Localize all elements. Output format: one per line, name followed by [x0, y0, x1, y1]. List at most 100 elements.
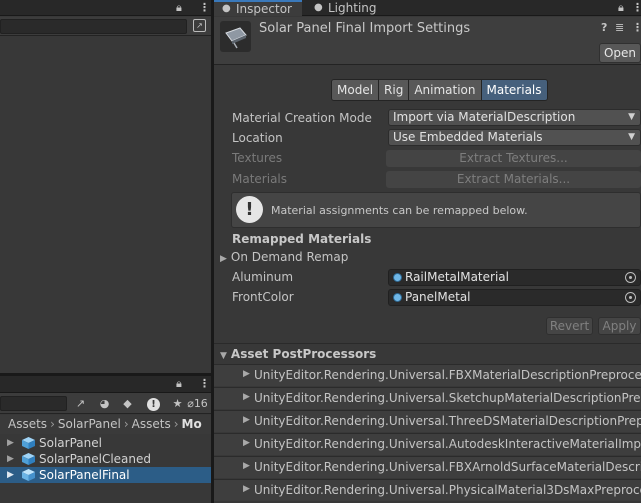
postprocessor-label: UnityEditor.Rendering.Universal.ThreeDSM… [254, 414, 641, 428]
postprocessor-item[interactable]: ▶ UnityEditor.Rendering.Universal.FBXArn… [214, 456, 641, 478]
location-label: Location [232, 131, 283, 145]
lock-icon[interactable]: 🔒︎ [176, 377, 182, 391]
inspector-header: Solar Panel Final Import Settings ? ≣ ⋮ … [214, 17, 641, 65]
page-title: Solar Panel Final Import Settings [259, 21, 471, 36]
help-icon[interactable]: ? [601, 21, 607, 35]
tab-label: Lighting [328, 1, 377, 15]
tab-materials[interactable]: Materials [481, 80, 547, 100]
more-menu-icon[interactable]: ⋮ [199, 377, 210, 391]
model-prefab-icon [22, 437, 35, 449]
postprocessor-label: UnityEditor.Rendering.Universal.Sketchup… [254, 391, 641, 405]
project-tab-bar: 🔒︎ ⋮ [0, 376, 211, 393]
lock-icon[interactable]: 🔒︎ [176, 1, 182, 15]
dropdown-value: Use Embedded Materials [393, 130, 543, 144]
label-tag-icon[interactable]: ◆ [117, 395, 138, 412]
breadcrumb-item[interactable]: Assets [8, 417, 47, 431]
search-by-type-icon[interactable]: ↗ [70, 395, 91, 412]
postprocessor-item[interactable]: ▶ UnityEditor.Rendering.Universal.Autode… [214, 433, 641, 455]
breadcrumb-item[interactable]: SolarPanel [58, 417, 121, 431]
breadcrumb-item-current[interactable]: Mo [182, 417, 202, 431]
postprocessor-item[interactable]: ▶ UnityEditor.Rendering.Universal.FBXMat… [214, 364, 641, 386]
material-sphere-icon [393, 293, 402, 302]
hierarchy-toolbar: ↗ [0, 17, 211, 36]
expand-arrow-icon: ▶ [243, 415, 250, 425]
expand-arrow-icon: ▶ [243, 461, 250, 471]
more-menu-icon[interactable]: ⋮ [632, 21, 641, 35]
scene-search-icon[interactable]: ↗ [193, 19, 206, 32]
section-divider [214, 343, 641, 344]
expand-arrow-icon: ▶ [243, 484, 250, 494]
hidden-packages-icon[interactable]: ⌀16 [184, 395, 211, 412]
hidden-eye-icon: ⌀ [187, 397, 194, 410]
hierarchy-search-input[interactable] [0, 19, 187, 34]
remapped-materials-heading: Remapped Materials [232, 232, 372, 246]
info-help-box: ! Material assignments can be remapped b… [231, 192, 641, 228]
tab-model[interactable]: Model [332, 80, 380, 100]
postprocessor-item[interactable]: ▶ UnityEditor.Rendering.Universal.Physic… [214, 479, 641, 501]
foldout-arrow-icon: ▶ [220, 254, 227, 264]
material-creation-mode-label: Material Creation Mode [232, 111, 372, 125]
postprocessor-label: UnityEditor.Rendering.Universal.FBXMater… [254, 368, 641, 382]
material-sphere-icon [393, 273, 402, 282]
breadcrumb-separator-icon: › [123, 417, 129, 431]
hierarchy-panel [0, 36, 211, 373]
materials-label: Materials [232, 172, 288, 186]
more-menu-icon[interactable]: ⋮ [632, 1, 641, 15]
remap-name-label: FrontColor [232, 290, 294, 304]
material-creation-mode-dropdown[interactable]: Import via MaterialDescription ▼ [388, 109, 641, 126]
more-menu-icon[interactable]: ⋮ [199, 1, 210, 15]
revert-button[interactable]: Revert [546, 317, 593, 335]
filter-by-type-icon[interactable]: ◕ [94, 395, 115, 412]
on-demand-remap-foldout[interactable]: ▶ On Demand Remap [220, 250, 348, 264]
model-prefab-icon [22, 469, 35, 481]
info-icon: ! [236, 196, 263, 223]
tab-inspector[interactable]: ● Inspector [214, 0, 302, 16]
inspector-tab-bar: ● Inspector ● Lighting 🔒︎ ⋮ [214, 0, 641, 16]
material-object-field[interactable]: RailMetalMaterial [388, 269, 641, 286]
lock-icon[interactable]: 🔒︎ [618, 1, 624, 15]
tree-item[interactable]: ▶ SolarPanel [0, 435, 211, 451]
tab-animation[interactable]: Animation [409, 80, 482, 100]
import-settings-tabs: Model Rig Animation Materials [331, 79, 548, 101]
apply-button[interactable]: Apply [598, 317, 641, 335]
solar-panel-icon [225, 27, 247, 49]
tree-item-selected[interactable]: ▶ SolarPanelFinal [0, 467, 211, 483]
tab-rig[interactable]: Rig [379, 80, 410, 100]
info-icon: ● [222, 3, 231, 14]
expand-arrow-icon[interactable]: ▶ [7, 451, 14, 467]
object-field-value: PanelMetal [405, 290, 471, 304]
expand-arrow-icon[interactable]: ▶ [7, 467, 14, 483]
textures-label: Textures [232, 151, 283, 165]
model-prefab-icon [22, 453, 35, 465]
material-object-field[interactable]: PanelMetal [388, 289, 641, 306]
chevron-down-icon: ▼ [628, 112, 635, 122]
tree-item-label: SolarPanel [39, 436, 102, 450]
project-tree: ▶ SolarPanel ▶ SolarPanelCleaned ▶ Solar… [0, 435, 211, 483]
tab-lighting[interactable]: ● Lighting [306, 0, 386, 16]
postprocessor-label: UnityEditor.Rendering.Universal.Physical… [254, 483, 641, 497]
postprocessor-item[interactable]: ▶ UnityEditor.Rendering.Universal.Sketch… [214, 387, 641, 409]
extract-materials-button[interactable]: Extract Materials... [386, 171, 641, 188]
project-search-input[interactable] [0, 396, 67, 411]
postprocessor-label: UnityEditor.Rendering.Universal.Autodesk… [254, 437, 641, 451]
tree-item[interactable]: ▶ SolarPanelCleaned [0, 451, 211, 467]
left-column: 🔒︎ ⋮ ↗ 🔒︎ ⋮ ↗ ◕ ◆ ! ★ ⌀16 Assets › SolarPa… [0, 0, 211, 503]
tab-label: Inspector [236, 2, 292, 16]
open-button[interactable]: Open [599, 43, 641, 63]
breadcrumb: Assets › SolarPanel › Assets › Mo [0, 415, 211, 434]
postprocessor-item[interactable]: ▶ UnityEditor.Rendering.Universal.ThreeD… [214, 410, 641, 432]
extract-textures-button[interactable]: Extract Textures... [386, 150, 641, 167]
asset-thumbnail [220, 21, 251, 52]
object-picker-icon[interactable] [625, 292, 636, 303]
preset-settings-icon[interactable]: ≣ [615, 21, 624, 35]
object-picker-icon[interactable] [625, 272, 636, 283]
postprocessor-label: UnityEditor.Rendering.Universal.FBXArnol… [254, 460, 641, 474]
expand-arrow-icon: ▶ [243, 392, 250, 402]
location-dropdown[interactable]: Use Embedded Materials ▼ [388, 129, 641, 146]
expand-arrow-icon[interactable]: ▶ [7, 435, 14, 451]
project-toolbar: ↗ ◕ ◆ ! ★ ⌀16 [0, 393, 211, 414]
foldout-label: Asset PostProcessors [230, 347, 377, 361]
breadcrumb-item[interactable]: Assets [132, 417, 171, 431]
console-warning-icon[interactable]: ! [143, 395, 164, 412]
asset-postprocessors-foldout[interactable]: ▼ Asset PostProcessors [220, 347, 376, 361]
